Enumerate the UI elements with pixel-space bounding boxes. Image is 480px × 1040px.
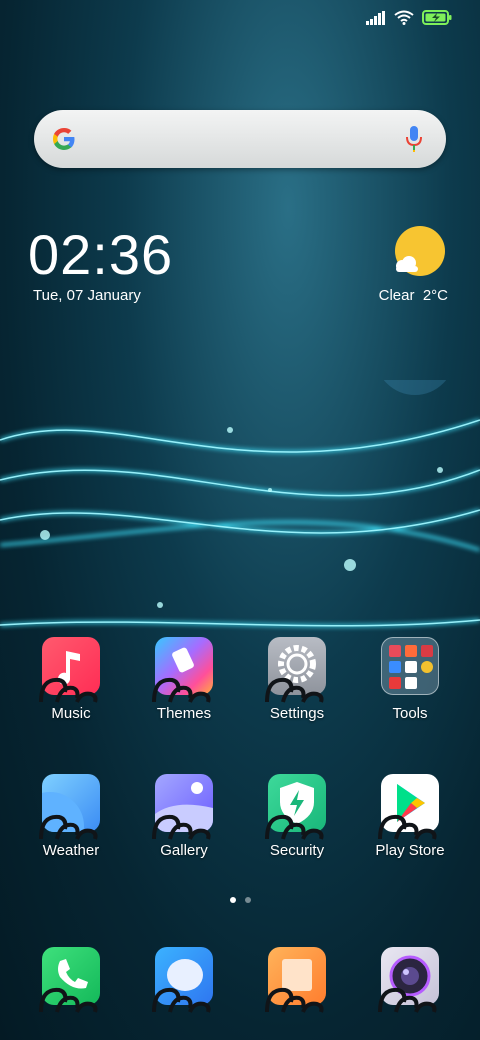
app-weather[interactable]: Weather <box>16 773 126 859</box>
app-label: Gallery <box>160 842 208 859</box>
decorative-swirl-icon <box>265 814 324 840</box>
decorative-swirl-icon <box>39 987 98 1013</box>
app-play-store[interactable]: Play Store <box>355 773 465 859</box>
folder-tools[interactable]: Tools <box>355 636 465 722</box>
signal-icon <box>366 10 386 25</box>
decorative-swirl-icon <box>39 814 98 840</box>
google-logo-icon <box>53 128 75 150</box>
page-dot-active[interactable] <box>229 897 236 903</box>
status-bar <box>366 10 452 25</box>
app-security[interactable]: Security <box>242 773 352 859</box>
clock-time[interactable]: 02:36 <box>28 225 173 285</box>
app-music[interactable]: Music <box>16 636 126 722</box>
app-themes[interactable]: Themes <box>129 636 239 722</box>
app-settings[interactable]: Settings <box>242 636 352 722</box>
app-label: Music <box>51 705 91 722</box>
dock-camera[interactable] <box>355 946 465 1013</box>
weather-temperature: 2°C <box>422 287 448 304</box>
app-label: Weather <box>42 842 100 859</box>
app-label: Security <box>269 842 325 859</box>
app-label: Play Store <box>375 842 445 859</box>
app-gallery[interactable]: Gallery <box>129 773 239 859</box>
app-label: Settings <box>269 705 325 722</box>
dock-phone[interactable] <box>16 946 126 1013</box>
decorative-swirl-icon <box>152 677 211 703</box>
app-label: Themes <box>156 705 212 722</box>
dock-messages[interactable] <box>129 946 239 1013</box>
page-dot[interactable] <box>244 897 251 903</box>
google-search-bar[interactable] <box>34 110 446 168</box>
clock-date: Tue, 07 January <box>33 287 141 304</box>
decorative-swirl-icon <box>39 677 98 703</box>
dock-notes[interactable] <box>242 946 352 1013</box>
decorative-swirl-icon <box>265 677 324 703</box>
sun-cloud-icon[interactable] <box>392 225 448 281</box>
decorative-swirl-icon <box>265 987 324 1013</box>
decorative-swirl-icon <box>378 987 437 1013</box>
weather-summary[interactable]: Clear 2°C <box>379 287 448 304</box>
decorative-swirl-icon <box>152 814 211 840</box>
decorative-swirl-icon <box>378 814 437 840</box>
wifi-icon <box>394 10 414 25</box>
folder-icon <box>381 637 439 695</box>
microphone-icon[interactable] <box>404 124 424 154</box>
battery-charging-icon <box>422 10 452 25</box>
decorative-swirl-icon <box>152 987 211 1013</box>
wallpaper-light-streaks <box>0 380 480 628</box>
page-indicator <box>0 897 480 903</box>
app-label: Tools <box>392 705 428 722</box>
weather-condition: Clear <box>378 287 415 304</box>
